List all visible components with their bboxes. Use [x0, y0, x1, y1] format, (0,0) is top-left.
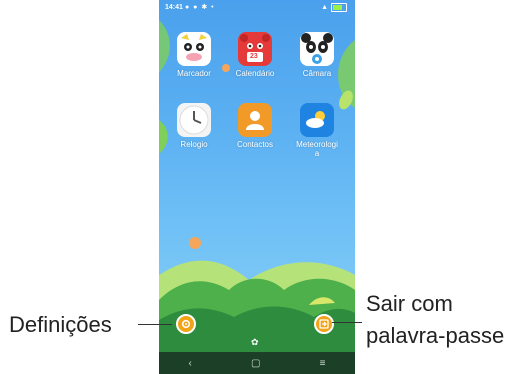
- back-button[interactable]: ‹: [189, 358, 192, 369]
- app-contactos[interactable]: Contactos: [225, 103, 285, 149]
- settings-button[interactable]: [176, 314, 196, 334]
- weather-icon: [300, 103, 334, 137]
- clock-icon: [177, 103, 211, 137]
- calendar-badge: 23: [250, 53, 258, 60]
- app-camara[interactable]: Câmara: [287, 32, 347, 78]
- app-calendario[interactable]: 23 Calendário: [225, 32, 285, 78]
- navigation-bar: ‹ ▢ ≡: [159, 352, 355, 374]
- app-label: Relogio: [180, 140, 208, 149]
- contacts-icon: [238, 103, 272, 137]
- callout-line-right: [332, 322, 362, 323]
- home-button[interactable]: ▢: [251, 358, 260, 369]
- callout-exit-line1: Sair com: [366, 291, 453, 316]
- callout-exit: Sair com palavra-passe: [366, 288, 504, 352]
- app-label: Câmara: [302, 69, 332, 78]
- callout-settings: Definições: [9, 312, 112, 337]
- recents-button[interactable]: ≡: [320, 358, 326, 369]
- app-marcador[interactable]: Marcador: [164, 32, 224, 78]
- calendar-icon: 23: [238, 32, 272, 66]
- exit-password-button[interactable]: [314, 314, 334, 334]
- panda-camera-icon: [300, 32, 334, 66]
- phone-screen: 14:41 ● ● ✱ • ▲ Marcador 23 Calendário C…: [159, 0, 355, 374]
- app-label: Calendário: [235, 69, 275, 78]
- app-relogio[interactable]: Relogio: [164, 103, 224, 149]
- app-label: Marcador: [177, 69, 211, 78]
- callout-line-left: [138, 324, 172, 325]
- paw-icon: ✿: [251, 337, 259, 347]
- app-meteorologia[interactable]: Meteorologia: [287, 103, 347, 158]
- app-label: Contactos: [236, 140, 274, 149]
- exit-icon: [319, 319, 329, 329]
- callout-exit-line2: palavra-passe: [366, 323, 505, 348]
- cow-icon: [177, 32, 211, 66]
- app-label: Meteorologia: [296, 140, 338, 158]
- gear-icon: [181, 319, 191, 329]
